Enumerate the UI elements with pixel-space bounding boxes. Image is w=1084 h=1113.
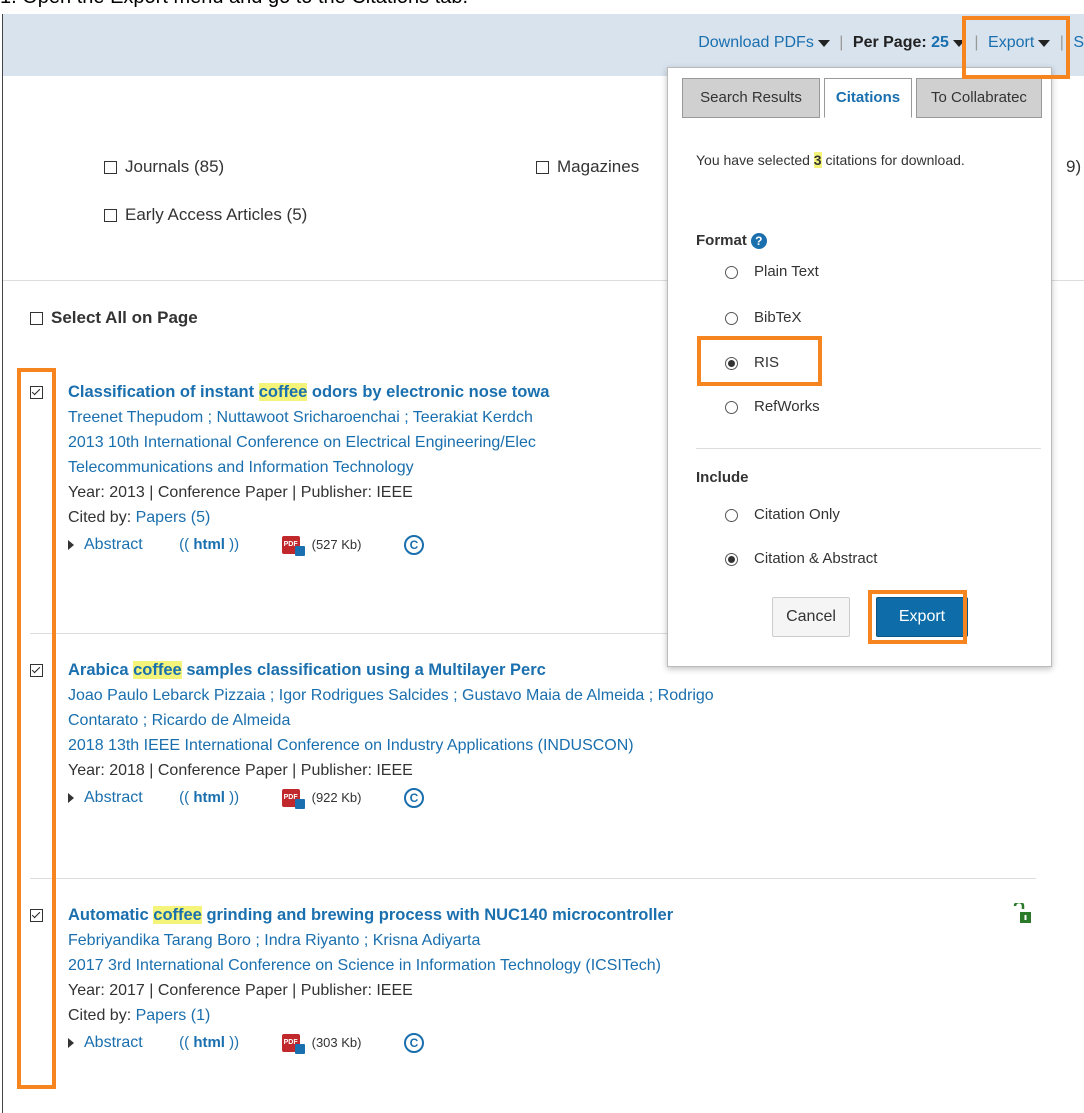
format-bibtex[interactable]: BibTeX <box>725 309 802 326</box>
frame-border <box>2 14 3 1113</box>
tab-search-results[interactable]: Search Results <box>682 78 820 118</box>
annotation-checkboxes <box>17 368 56 1089</box>
html-view-button[interactable]: (( html )) <box>179 536 239 553</box>
radio-button-selected[interactable] <box>725 552 738 566</box>
divider <box>696 448 1041 449</box>
checkbox[interactable] <box>536 161 549 175</box>
radio-button[interactable] <box>725 265 738 279</box>
divider <box>30 878 1036 879</box>
pdf-size: (922 Kb) <box>311 790 362 806</box>
abstract-toggle[interactable]: Abstract <box>84 1034 143 1051</box>
pdf-icon[interactable]: PDF <box>281 1033 305 1054</box>
expand-triangle-icon[interactable] <box>68 539 74 550</box>
abstract-toggle[interactable]: Abstract <box>84 789 143 806</box>
instruction-text: 1. Open the Export menu and go to the Ci… <box>0 0 468 9</box>
format-label: Format? <box>696 232 767 250</box>
result-cited-by: Cited by: Papers (1) <box>68 1007 211 1024</box>
result-authors[interactable]: Febriyandika Tarang Boro ; Indra Riyanto… <box>68 928 1028 953</box>
help-icon[interactable]: ? <box>750 233 767 250</box>
result-title[interactable]: Automatic coffee grinding and brewing pr… <box>68 903 1028 928</box>
html-view-button[interactable]: (( html )) <box>179 789 239 806</box>
copyright-icon[interactable]: C <box>403 1032 424 1053</box>
copyright-icon[interactable]: C <box>403 534 424 555</box>
pdf-size: (527 Kb) <box>311 537 362 553</box>
include-citation-abstract[interactable]: Citation & Abstract <box>725 550 877 567</box>
pdf-size: (303 Kb) <box>311 1035 362 1051</box>
format-plain-text[interactable]: Plain Text <box>725 263 819 280</box>
next-toolbar-item[interactable]: S <box>1073 34 1084 51</box>
result-authors-cont[interactable]: Contarato ; Ricardo de Almeida <box>68 708 1028 733</box>
annotation-export-menu <box>962 16 1070 79</box>
result-venue[interactable]: 2017 3rd International Conference on Sci… <box>68 953 1028 978</box>
selected-count-text: You have selected 3 citations for downlo… <box>696 152 965 168</box>
annotation-export-button <box>868 590 967 644</box>
radio-button[interactable] <box>725 400 738 414</box>
cancel-button[interactable]: Cancel <box>772 597 850 637</box>
divider: | <box>839 34 844 52</box>
checkbox[interactable] <box>104 161 117 175</box>
cited-by-link[interactable]: Papers (1) <box>136 1007 211 1024</box>
open-access-lock-icon <box>1013 903 1031 923</box>
checkbox[interactable] <box>30 312 43 326</box>
format-refworks[interactable]: RefWorks <box>725 398 820 415</box>
result-authors[interactable]: Joao Paulo Lebarck Pizzaia ; Igor Rodrig… <box>68 683 1028 708</box>
cited-by-link[interactable]: Papers (5) <box>136 509 211 526</box>
result-meta: Year: 2017 | Conference Paper | Publishe… <box>68 982 413 999</box>
tab-to-collabratec[interactable]: To Collabratec <box>916 78 1042 118</box>
result-meta: Year: 2018 | Conference Paper | Publishe… <box>68 762 413 779</box>
pdf-icon[interactable]: PDF <box>281 535 305 556</box>
per-page-dropdown[interactable]: Per Page: 25 <box>853 34 965 51</box>
copyright-icon[interactable]: C <box>403 787 424 808</box>
abstract-toggle[interactable]: Abstract <box>84 536 143 553</box>
radio-button[interactable] <box>725 311 738 325</box>
filter-cut-off: 9) <box>1066 157 1082 176</box>
html-view-button[interactable]: (( html )) <box>179 1034 239 1051</box>
filter-journals[interactable]: Journals (85) <box>104 157 224 177</box>
chevron-down-icon <box>817 39 830 47</box>
checkbox[interactable] <box>104 209 117 223</box>
pdf-icon[interactable]: PDF <box>281 788 305 809</box>
select-all-on-page[interactable]: Select All on Page <box>30 308 198 328</box>
expand-triangle-icon[interactable] <box>68 792 74 803</box>
annotation-ris-option <box>697 336 822 386</box>
include-label: Include <box>696 469 749 486</box>
include-citation-only[interactable]: Citation Only <box>725 506 840 523</box>
result-venue[interactable]: 2018 13th IEEE International Conference … <box>68 733 1028 758</box>
tab-citations[interactable]: Citations <box>824 78 912 118</box>
filter-early-access[interactable]: Early Access Articles (5) <box>104 205 307 225</box>
filter-magazines[interactable]: Magazines <box>536 157 639 177</box>
radio-button[interactable] <box>725 508 738 522</box>
expand-triangle-icon[interactable] <box>68 1037 74 1048</box>
download-pdfs-button[interactable]: Download PDFs <box>698 34 830 51</box>
